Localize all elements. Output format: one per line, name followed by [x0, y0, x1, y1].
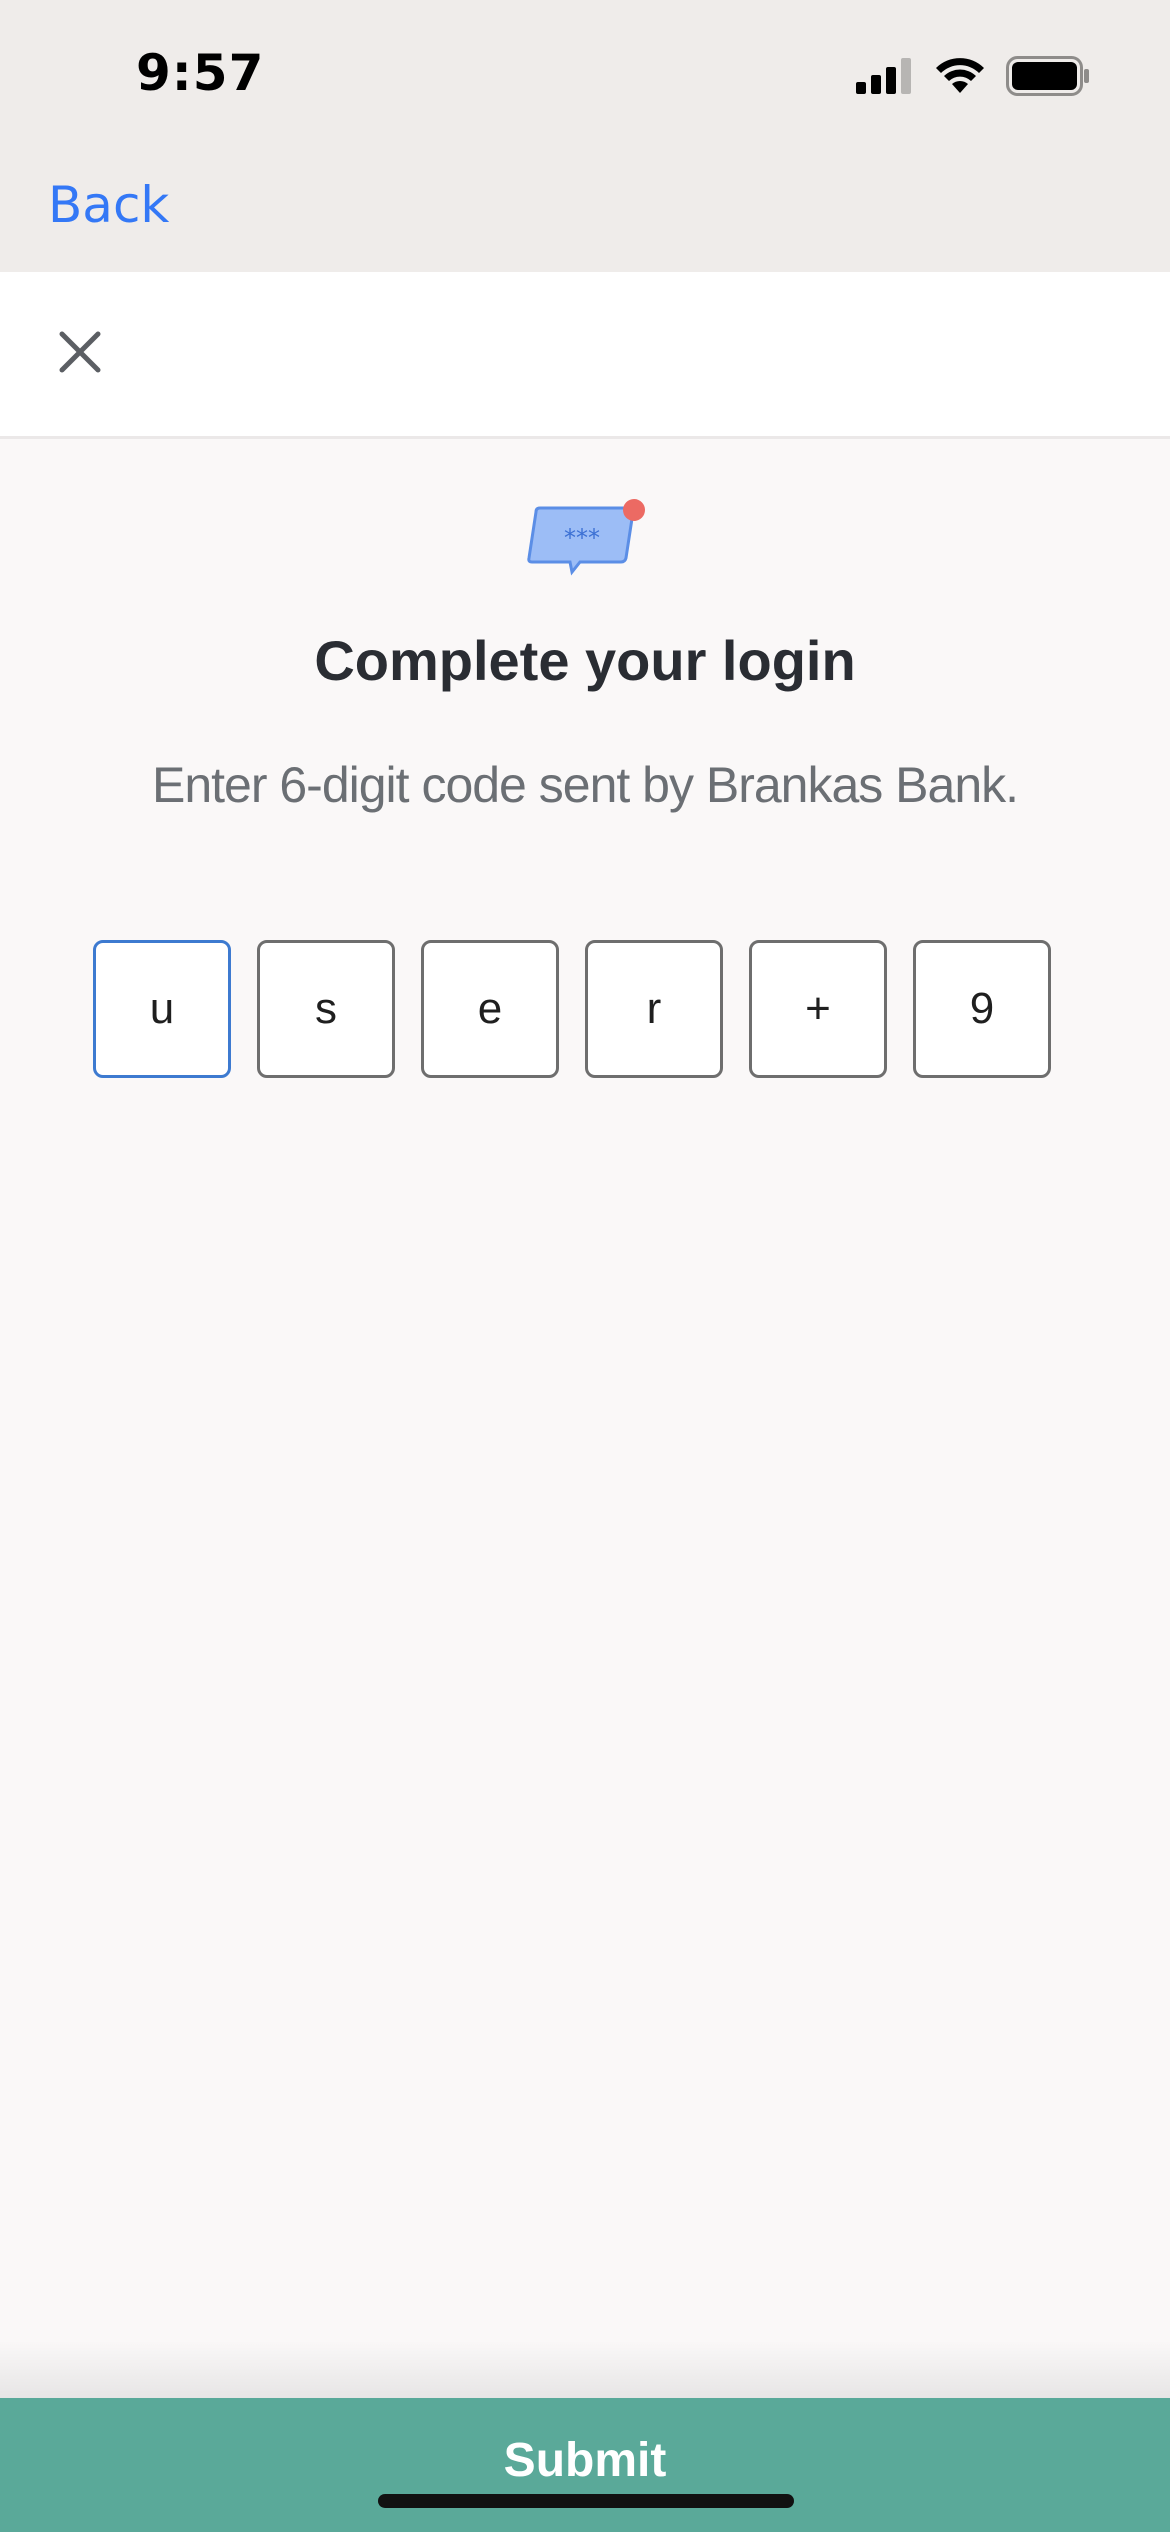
otp-digit-2[interactable]: s	[257, 940, 395, 1078]
cellular-signal-icon	[856, 58, 914, 99]
otp-input-group: u s e r + 9	[93, 940, 1051, 1078]
otp-message-stars: ***	[564, 524, 600, 552]
page-subtitle: Enter 6-digit code sent by Brankas Bank.	[151, 757, 1019, 813]
otp-message-icon: ***	[522, 496, 648, 580]
top-chrome: 9:57 Back	[0, 0, 1170, 272]
close-icon[interactable]	[50, 322, 110, 382]
page-title: Complete your login	[314, 629, 856, 692]
battery-icon	[1006, 56, 1090, 101]
home-indicator	[378, 2494, 794, 2508]
otp-digit-3[interactable]: e	[421, 940, 559, 1078]
status-time: 9:57	[136, 44, 265, 102]
modal-header	[0, 272, 1170, 439]
otp-digit-6[interactable]: 9	[913, 940, 1051, 1078]
otp-digit-5[interactable]: +	[749, 940, 887, 1078]
submit-shadow	[0, 2340, 1170, 2400]
otp-digit-1[interactable]: u	[93, 940, 231, 1078]
otp-login-screen: 9:57 Back *** Complete your login Enter …	[0, 0, 1170, 2532]
back-button[interactable]: Back	[48, 176, 169, 234]
status-icons	[856, 56, 1090, 101]
otp-digit-4[interactable]: r	[585, 940, 723, 1078]
wifi-icon	[934, 57, 986, 100]
submit-button[interactable]: Submit	[0, 2398, 1170, 2532]
